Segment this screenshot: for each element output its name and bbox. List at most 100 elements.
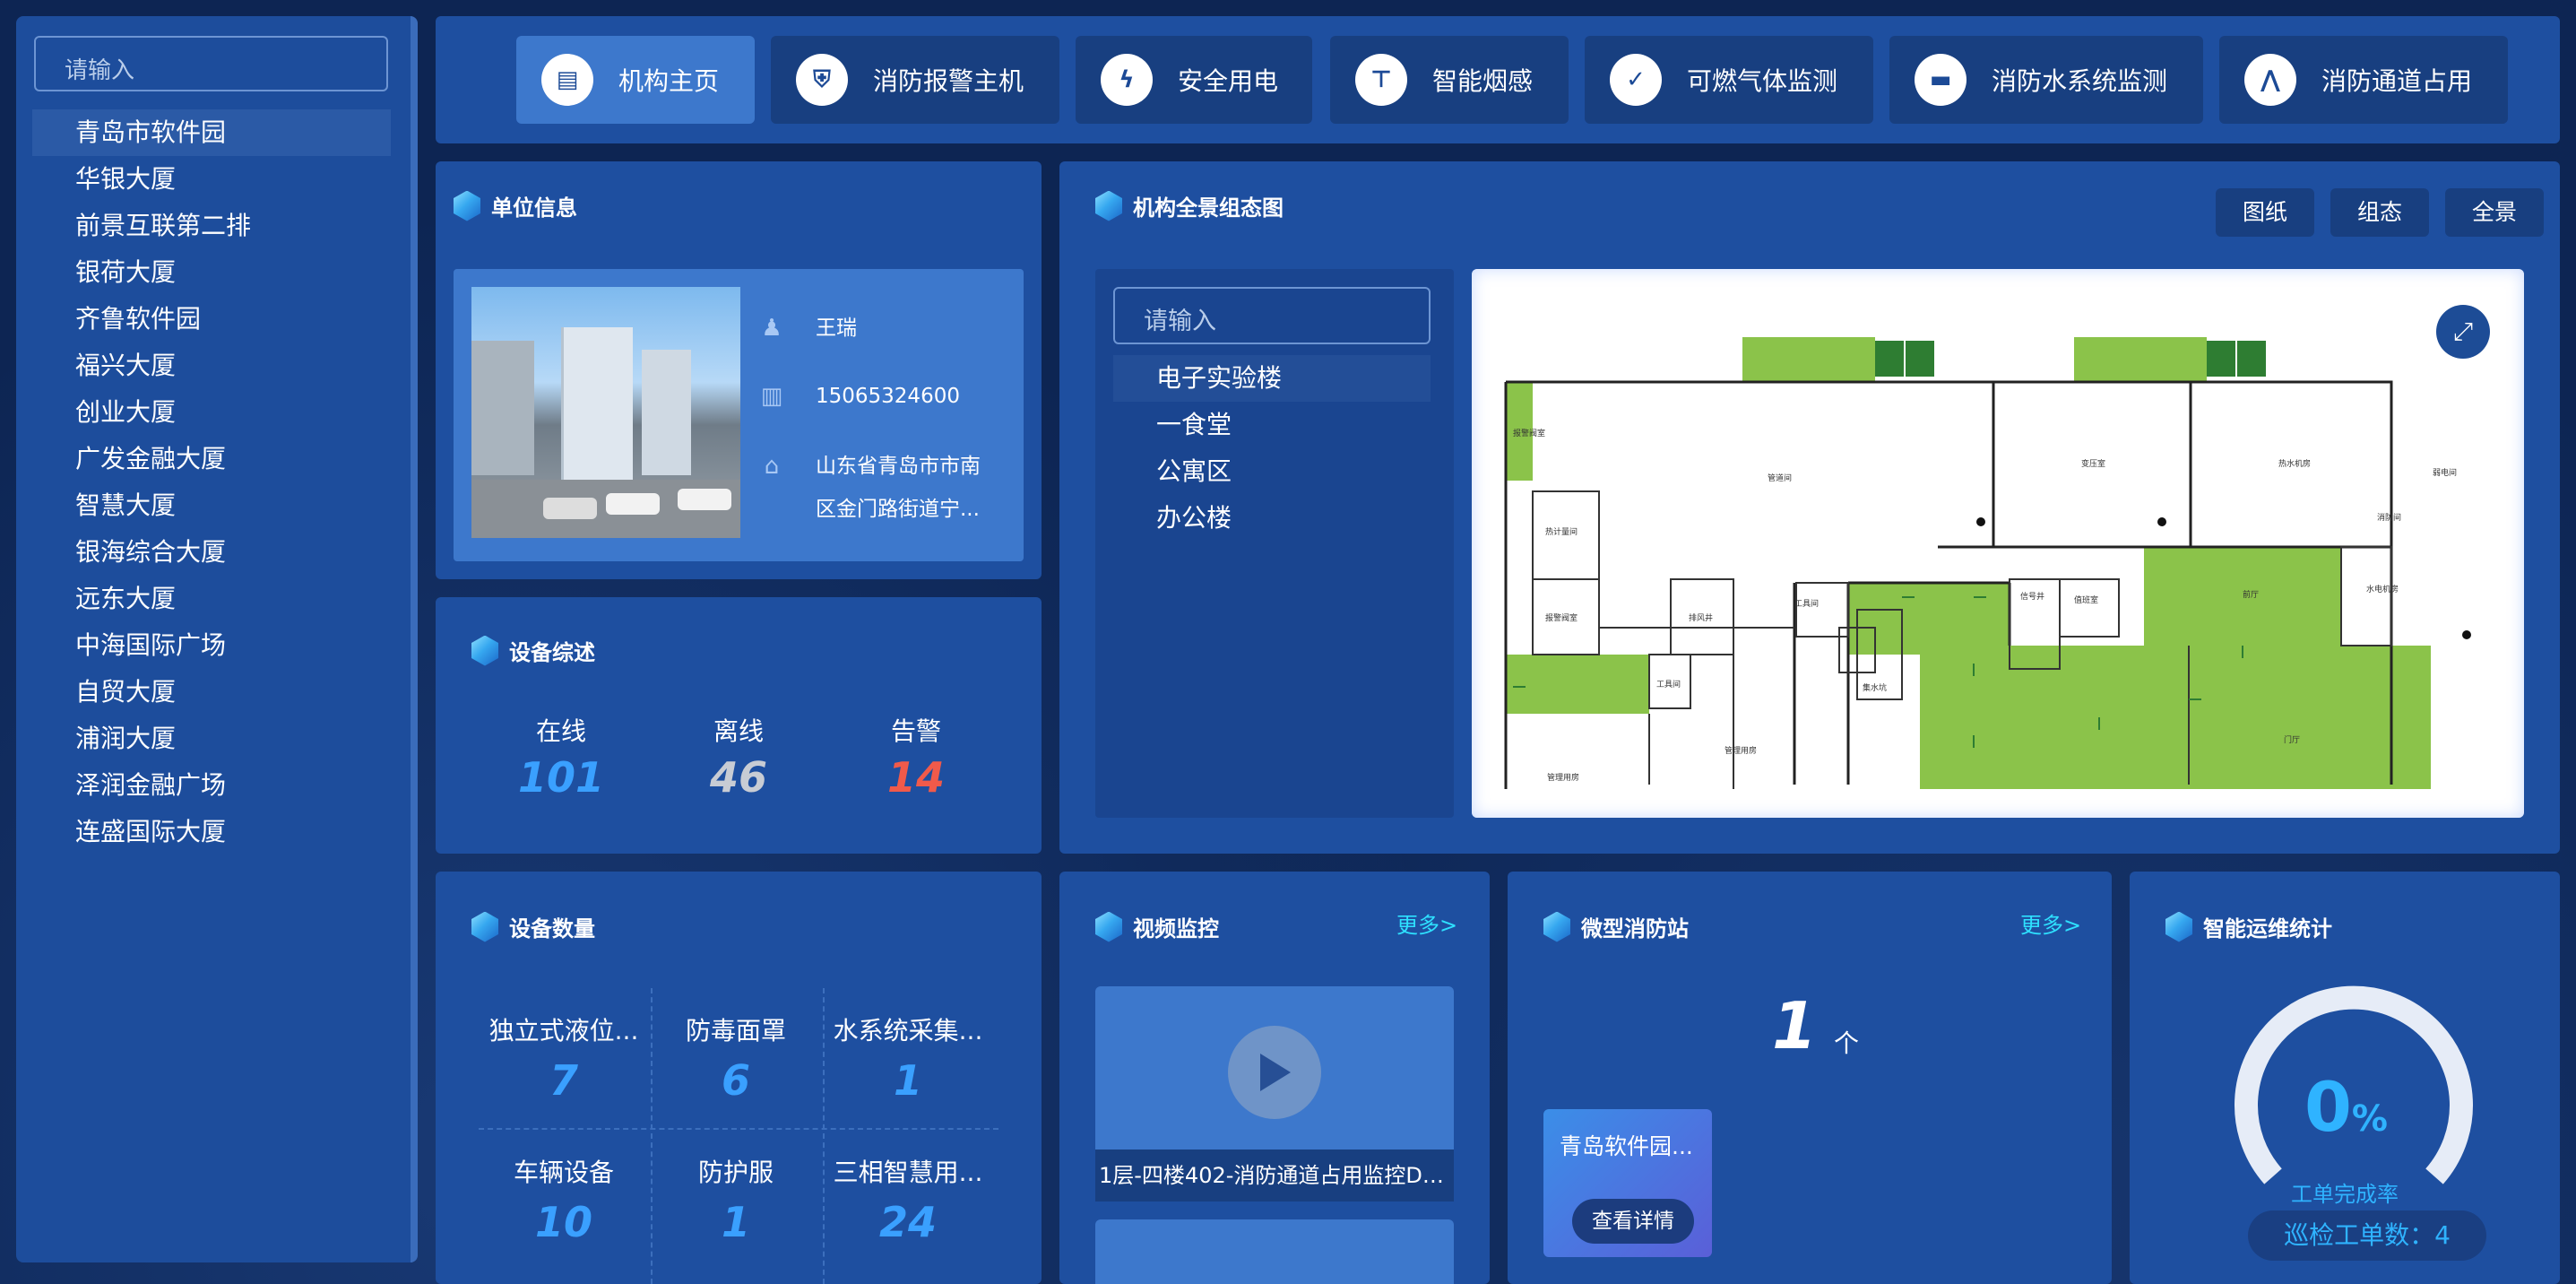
video-caption: 1层-四楼402-消防通道占用监控DH... — [1095, 1150, 1454, 1202]
building-icon: ▤ — [541, 54, 593, 106]
phone-row: ▥ 15065324600 — [758, 375, 960, 418]
count-label: 防毒面罩 — [685, 1016, 786, 1045]
online-stat: 在线 101 — [489, 712, 633, 802]
stat-value: 14 — [886, 753, 945, 802]
alarm-stat: 告警 14 — [844, 712, 988, 802]
cube-icon — [1095, 911, 1122, 942]
panel-title-text: 智能运维统计 — [2203, 916, 2332, 941]
sidebar-item[interactable]: 浦润大厦 — [32, 716, 391, 762]
floor-label: 变压室 — [2081, 458, 2105, 469]
smart-ops-title: 智能运维统计 — [2165, 911, 2332, 942]
completion-label: 工单完成率 — [2291, 1182, 2399, 1207]
smart-ops-panel: 智能运维统计 0% 工单完成率 巡检工单数：4 — [2130, 872, 2560, 1284]
count-item: 防毒面罩 6 — [651, 1011, 821, 1105]
address-row: ⌂ 山东省青岛市市南 区金门路街道宁... — [758, 445, 981, 531]
nav-smoke-detector[interactable]: ⊤ 智能烟感 — [1330, 36, 1569, 124]
patrol-order-count: 巡检工单数：4 — [2248, 1210, 2486, 1261]
micro-fire-station-panel: 微型消防站 更多> 1 个 青岛软件园... 查看详情 — [1508, 872, 2112, 1284]
home-icon: ⌂ — [764, 453, 780, 480]
sidebar-list: 青岛市软件园 华银大厦 前景互联第二排 银荷大厦 齐鲁软件园 福兴大厦 创业大厦… — [32, 109, 391, 855]
sidebar-item[interactable]: 智慧大厦 — [32, 482, 391, 529]
sidebar-search-input[interactable]: 请输入 — [34, 36, 388, 91]
count-item: 车辆设备 10 — [479, 1153, 649, 1246]
floor-label: 门厅 — [2284, 734, 2300, 745]
building-search-input[interactable]: 请输入 — [1113, 287, 1431, 344]
nav-fire-alarm[interactable]: ⛨ 消防报警主机 — [771, 36, 1059, 124]
stat-value: 101 — [517, 753, 605, 802]
sidebar-item[interactable]: 银海综合大厦 — [32, 529, 391, 576]
count-label: 独立式液位... — [488, 1016, 639, 1045]
building-item[interactable]: 一食堂 — [1113, 402, 1431, 448]
building-item[interactable]: 办公楼 — [1113, 495, 1431, 542]
smoke-detector-icon: ⊤ — [1355, 54, 1407, 106]
video-card[interactable] — [1095, 1219, 1454, 1284]
nav-gas-monitor[interactable]: ✓ 可燃气体监测 — [1585, 36, 1873, 124]
building-tree: 请输入 电子实验楼 一食堂 公寓区 办公楼 — [1095, 269, 1454, 818]
top-nav: ▤ 机构主页 ⛨ 消防报警主机 ϟ 安全用电 ⊤ 智能烟感 ✓ 可燃气体监测 ▬ 消防水系统… — [436, 16, 2560, 143]
station-card: 青岛软件园... 查看详情 — [1543, 1109, 1712, 1257]
sidebar-item[interactable]: 银荷大厦 — [32, 249, 391, 296]
view-detail-button[interactable]: 查看详情 — [1572, 1199, 1694, 1244]
panorama-title: 机构全景组态图 — [1095, 190, 1284, 221]
video-more-link[interactable]: 更多> — [1396, 907, 1457, 939]
device-count-title: 设备数量 — [471, 911, 595, 942]
station-count: 1 — [1772, 988, 1818, 1063]
sidebar-item[interactable]: 广发金融大厦 — [32, 436, 391, 482]
sidebar-item[interactable]: 远东大厦 — [32, 576, 391, 622]
sidebar-item[interactable]: 自贸大厦 — [32, 669, 391, 716]
sidebar-item[interactable]: 福兴大厦 — [32, 343, 391, 389]
stat-value: 46 — [709, 753, 767, 802]
station-name: 青岛软件园... — [1560, 1133, 1693, 1159]
floor-label: 消防间 — [2377, 512, 2401, 523]
sidebar-item[interactable]: 齐鲁软件园 — [32, 296, 391, 343]
building-photo — [471, 287, 740, 538]
completion-percent: 0% — [2304, 1067, 2388, 1147]
nav-electric-safety[interactable]: ϟ 安全用电 — [1076, 36, 1312, 124]
station-count-unit: 个 — [1834, 1028, 1860, 1058]
floor-label: 工具间 — [1794, 598, 1819, 609]
sidebar-item[interactable]: 前景互联第二排 — [32, 203, 391, 249]
sidebar-item[interactable]: 创业大厦 — [32, 389, 391, 436]
sidebar-item[interactable]: 泽润金融广场 — [32, 762, 391, 809]
contact-row: ♟ 王瑞 — [758, 307, 857, 350]
device-count-panel: 设备数量 独立式液位... 7 防毒面罩 6 水系统采集... 1 车辆设备 10 防护… — [436, 872, 1042, 1284]
floor-label: 信号井 — [2020, 591, 2044, 602]
floor-label: 管理用房 — [1725, 745, 1757, 756]
play-icon[interactable] — [1228, 1026, 1321, 1119]
sidebar-item[interactable]: 青岛市软件园 — [32, 109, 391, 156]
cube-icon — [454, 190, 480, 221]
station-more-link[interactable]: 更多> — [2020, 907, 2081, 939]
divider — [479, 1128, 998, 1130]
configuration-button[interactable]: 组态 — [2330, 188, 2429, 237]
drawing-button[interactable]: 图纸 — [2216, 188, 2314, 237]
floor-plan[interactable]: 报警阀室 弱电间 热计量间 报警阀室 排风井 工具间 管理用房 工具间 管道间 … — [1472, 269, 2524, 818]
video-card[interactable]: 1层-四楼402-消防通道占用监控DH... — [1095, 986, 1454, 1202]
count-value: 6 — [721, 1056, 750, 1105]
panorama-button[interactable]: 全景 — [2445, 188, 2544, 237]
percent-value: 0 — [2304, 1067, 2352, 1147]
building-item[interactable]: 电子实验楼 — [1113, 355, 1431, 402]
sidebar-item[interactable]: 华银大厦 — [32, 156, 391, 203]
count-item: 水系统采集... 1 — [823, 1011, 993, 1105]
nav-water-system[interactable]: ▬ 消防水系统监测 — [1889, 36, 2203, 124]
floor-label: 排风井 — [1689, 612, 1713, 623]
phonebook-icon: ▥ — [760, 383, 783, 410]
lightning-icon: ϟ — [1101, 54, 1153, 106]
sidebar-item[interactable]: 中海国际广场 — [32, 622, 391, 669]
address-line: 区金门路街道宁... — [816, 498, 980, 521]
sidebar-item[interactable]: 连盛国际大厦 — [32, 809, 391, 855]
panel-title-text: 设备综述 — [509, 640, 595, 665]
nav-org-home[interactable]: ▤ 机构主页 — [516, 36, 755, 124]
building-item[interactable]: 公寓区 — [1113, 448, 1431, 495]
expand-icon[interactable]: ⤢ — [2436, 305, 2490, 359]
count-label: 水系统采集... — [833, 1016, 983, 1045]
offline-stat: 离线 46 — [667, 712, 810, 802]
count-value: 7 — [549, 1056, 578, 1105]
count-item: 三相智慧用... 24 — [823, 1153, 993, 1246]
water-icon: ▬ — [1915, 54, 1967, 106]
address-line: 山东省青岛市市南 — [816, 455, 981, 478]
floor-label: 管理用房 — [1547, 772, 1579, 783]
count-item: 防护服 1 — [651, 1153, 821, 1246]
nav-fire-passage[interactable]: ⋀ 消防通道占用 — [2219, 36, 2508, 124]
count-label: 车辆设备 — [513, 1158, 614, 1187]
